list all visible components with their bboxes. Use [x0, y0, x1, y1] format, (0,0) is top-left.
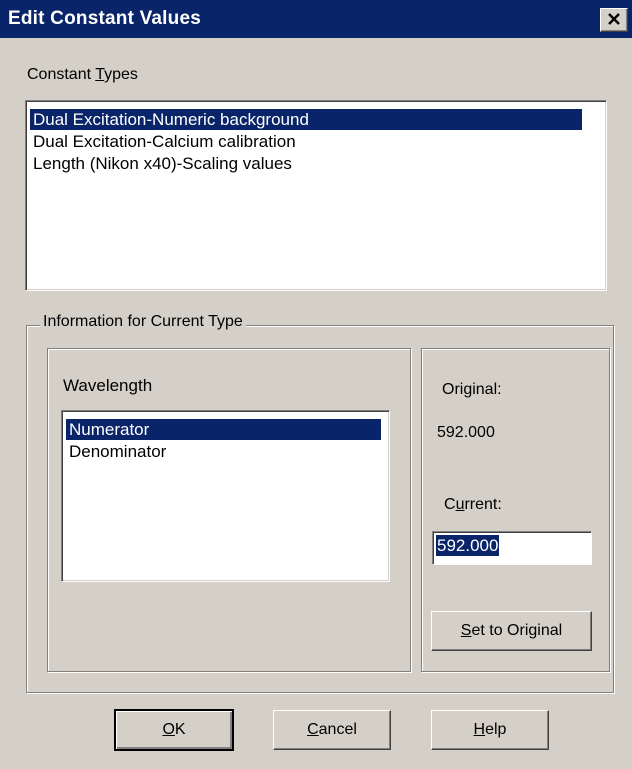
wavelength-list[interactable]: Numerator Denominator: [61, 410, 390, 582]
original-value: 592.000: [437, 424, 495, 441]
cancel-button[interactable]: Cancel: [273, 710, 391, 750]
wavelength-label: Wavelength: [63, 376, 153, 395]
window-title: Edit Constant Values: [8, 8, 201, 29]
current-value-text: 592.000: [436, 535, 500, 556]
current-label: Current:: [444, 496, 502, 513]
info-group-title: Information for Current Type: [40, 313, 246, 331]
set-to-original-button[interactable]: Set to Original: [431, 611, 592, 651]
ok-button[interactable]: OK: [114, 709, 234, 751]
title-bar: Edit Constant Values: [0, 0, 632, 38]
cancel-label: Cancel: [307, 721, 357, 738]
list-item-numerator[interactable]: Numerator: [66, 419, 381, 440]
close-icon: [608, 13, 620, 25]
constant-types-list[interactable]: Dual Excitation-Numeric background Dual …: [25, 100, 607, 291]
close-button[interactable]: [600, 8, 628, 32]
list-item-numeric-background[interactable]: Dual Excitation-Numeric background: [30, 109, 582, 130]
list-item-denominator[interactable]: Denominator: [66, 441, 166, 462]
constant-types-label: Constant Types: [27, 66, 138, 83]
set-to-original-label: Set to Original: [460, 622, 563, 639]
list-item-calcium-calibration[interactable]: Dual Excitation-Calcium calibration: [30, 131, 296, 152]
list-item-scaling-values[interactable]: Length (Nikon x40)-Scaling values: [30, 153, 292, 174]
ok-label: OK: [162, 721, 186, 738]
help-label: Help: [473, 721, 507, 738]
original-label: Original:: [442, 381, 502, 398]
current-value-input[interactable]: 592.000: [432, 531, 592, 565]
help-button[interactable]: Help: [431, 710, 549, 750]
